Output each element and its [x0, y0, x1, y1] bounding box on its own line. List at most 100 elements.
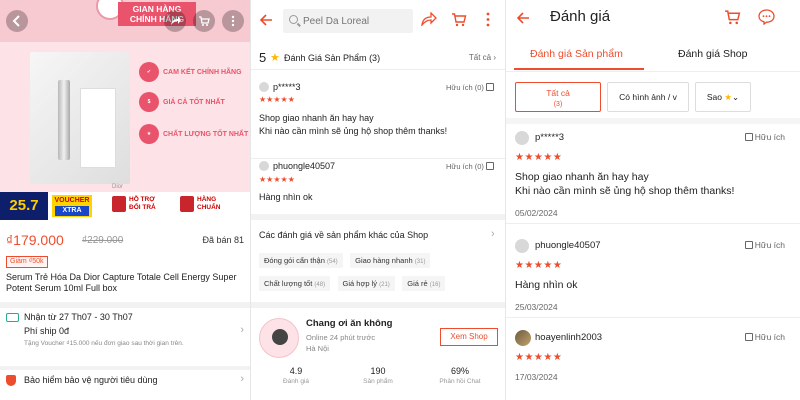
truck-icon — [6, 313, 19, 322]
shop-name[interactable]: Chang ơi ăn không — [306, 318, 392, 329]
tag-chip[interactable]: Giá hợp lý (21) — [337, 276, 395, 291]
thumbs-up-icon — [744, 333, 753, 341]
shop-online-status: Online 24 phút trước — [306, 333, 376, 342]
share-icon[interactable] — [164, 10, 186, 32]
top-bar: Đánh giá — [506, 0, 800, 36]
review-tags: Đóng gói cẩn thận (54) Giao hàng nhanh (… — [259, 250, 499, 296]
product-panel: GIAN HÀNG CHÍNH HÃNG Dior ✔ CAM KẾT CHÍNH… — [0, 0, 250, 400]
rating-label: Đánh Giá Sản Phẩm (3) — [284, 53, 381, 63]
promo-strip[interactable]: 25.7 VOUCHER XTRA HỖ TRỢ ĐỔI TRẢ HÀNG CHUẨ… — [0, 192, 250, 220]
avatar — [259, 161, 269, 171]
product-banner[interactable]: GIAN HÀNG CHÍNH HÃNG Dior ✔ CAM KẾT CHÍNH… — [0, 0, 250, 192]
price-row: ₫179.000 ₫229.000 Đã bán 81 — [6, 232, 244, 252]
tag-chip[interactable]: Giá rẻ (16) — [402, 276, 446, 291]
review-text: Hàng nhìn ok — [259, 192, 313, 202]
shipping-fee: Phí ship 0đ — [24, 326, 70, 336]
tab-product-reviews[interactable]: Đánh giá Sản phẩm — [530, 48, 623, 60]
more-icon[interactable] — [485, 12, 491, 30]
claim-best-quality: ★ CHẤT LƯỢNG TỐT NHẤT — [139, 124, 248, 144]
review-stars: ★★★★★ — [259, 175, 295, 184]
avatar — [515, 330, 531, 346]
helpful-button[interactable]: Hữu ích (0) — [446, 162, 496, 171]
cart-icon[interactable] — [724, 9, 741, 28]
section-divider — [251, 302, 505, 308]
serum-bottle-image — [58, 80, 70, 160]
top-bar — [251, 0, 505, 42]
see-all-link[interactable]: Tất cả › — [469, 53, 496, 62]
helpful-button[interactable]: Hữu ích — [744, 240, 785, 250]
current-price: ₫179.000 — [6, 232, 64, 248]
shop-stat-products: 190 Sản phẩm — [363, 366, 393, 385]
price-seal-icon: $ — [139, 92, 159, 112]
section-divider — [0, 366, 250, 370]
tab-shop-reviews[interactable]: Đánh giá Shop — [678, 48, 747, 60]
review-text: Shop giao nhanh ăn hay hay Khi nào cần m… — [515, 171, 735, 197]
thumbs-up-icon — [486, 83, 494, 91]
back-arrow-icon[interactable] — [516, 10, 530, 28]
chevron-right-icon[interactable]: › — [491, 228, 495, 240]
review-date: 25/03/2024 — [515, 302, 558, 312]
avatar — [259, 82, 269, 92]
reviewer-name: phuongle40507 — [535, 240, 601, 251]
star-icon: ★ — [724, 92, 732, 102]
filter-stars[interactable]: Sao ★⌄ — [695, 82, 751, 112]
sold-count: Đã bán 81 — [202, 235, 244, 245]
filter-all[interactable]: Tất cả (3) — [515, 82, 601, 112]
truck-icon — [112, 196, 126, 212]
tag-chip[interactable]: Đóng gói cẩn thận (54) — [259, 253, 343, 268]
shipping-info[interactable]: Nhận từ 27 Th07 - 30 Th07 Phí ship 0đ Tặ… — [6, 312, 244, 364]
review-stars: ★★★★★ — [515, 152, 563, 163]
review-tabs: Đánh giá Sản phẩm Đánh giá Shop — [506, 40, 800, 72]
helpful-button[interactable]: Hữu ích — [744, 132, 785, 142]
shield-check-icon — [180, 196, 194, 212]
chevron-right-icon: › — [240, 324, 244, 336]
late-delivery-note: Tặng Voucher ₫15.000 nếu đơn giao sau th… — [24, 340, 184, 347]
tag-chip[interactable]: Giao hàng nhanh (31) — [350, 253, 431, 268]
thumbs-up-icon — [486, 162, 494, 170]
review-item: hoayenlinh2003 Hữu ích ★★★★★ 17/03/2024 — [506, 328, 800, 400]
helpful-button[interactable]: Hữu ích (0) — [446, 83, 496, 92]
review-stars: ★★★★★ — [515, 352, 563, 363]
back-arrow-icon[interactable] — [259, 12, 273, 30]
shop-card: Chang ơi ăn không Online 24 phút trước H… — [251, 310, 505, 400]
review-item: phuongle40507 Hữu ích ★★★★★ Hàng nhìn ok… — [506, 236, 800, 318]
chat-icon[interactable] — [758, 9, 775, 28]
chevron-down-icon: ⌄ — [732, 92, 740, 102]
reviews-panel: Đánh giá Đánh giá Sản phẩm Đánh giá Shop… — [505, 0, 800, 400]
section-divider — [506, 118, 800, 124]
active-tab-indicator — [514, 68, 644, 70]
page-title: Đánh giá — [550, 8, 611, 25]
cart-icon[interactable] — [451, 12, 467, 30]
serum-box-image — [80, 88, 116, 168]
cart-icon[interactable] — [193, 10, 215, 32]
buyer-protection-label: Bảo hiểm bảo vệ người tiêu dùng — [24, 375, 158, 385]
star-icon: ★ — [270, 52, 280, 64]
quality-seal-icon: ★ — [139, 124, 159, 144]
filter-with-media[interactable]: Có hình ảnh / v — [607, 82, 689, 112]
discount-badge: Giảm ₫50k — [6, 256, 48, 268]
thumbs-up-icon — [744, 133, 753, 141]
shop-stat-rating: 4.9 Đánh giá — [282, 366, 310, 385]
section-divider — [251, 214, 505, 220]
tag-chip[interactable]: Chất lượng tốt (48) — [259, 276, 331, 291]
view-shop-button[interactable]: Xem Shop — [440, 328, 498, 346]
review-stars: ★★★★★ — [259, 95, 295, 104]
shop-avatar[interactable] — [259, 318, 299, 358]
review-date: 17/03/2024 — [515, 372, 558, 382]
chevron-right-icon: › — [240, 373, 244, 385]
rating-summary[interactable]: 5 ★ Đánh Giá Sản Phẩm (3) Tất cả › — [251, 48, 505, 70]
buyer-protection[interactable]: Bảo hiểm bảo vệ người tiêu dùng › — [6, 373, 244, 389]
search-box[interactable] — [283, 9, 413, 33]
shop-stat-chat-response: 69% Phản hồi Chat — [439, 366, 481, 385]
rating-value: 5 — [259, 50, 267, 65]
other-reviews-title[interactable]: Các đánh giá về sản phẩm khác của Shop — [259, 230, 428, 240]
back-icon[interactable] — [6, 10, 28, 32]
claim-genuine: ✔ CAM KẾT CHÍNH HÃNG — [139, 62, 242, 82]
genuine-seal-icon: ✔ — [139, 62, 159, 82]
search-input[interactable] — [303, 13, 408, 29]
more-icon[interactable] — [222, 10, 244, 32]
voucher-xtra-badge: VOUCHER XTRA — [52, 195, 92, 217]
reviews-preview-panel: 5 ★ Đánh Giá Sản Phẩm (3) Tất cả › p****… — [250, 0, 505, 400]
helpful-button[interactable]: Hữu ích — [744, 332, 785, 342]
share-icon[interactable] — [421, 11, 437, 29]
